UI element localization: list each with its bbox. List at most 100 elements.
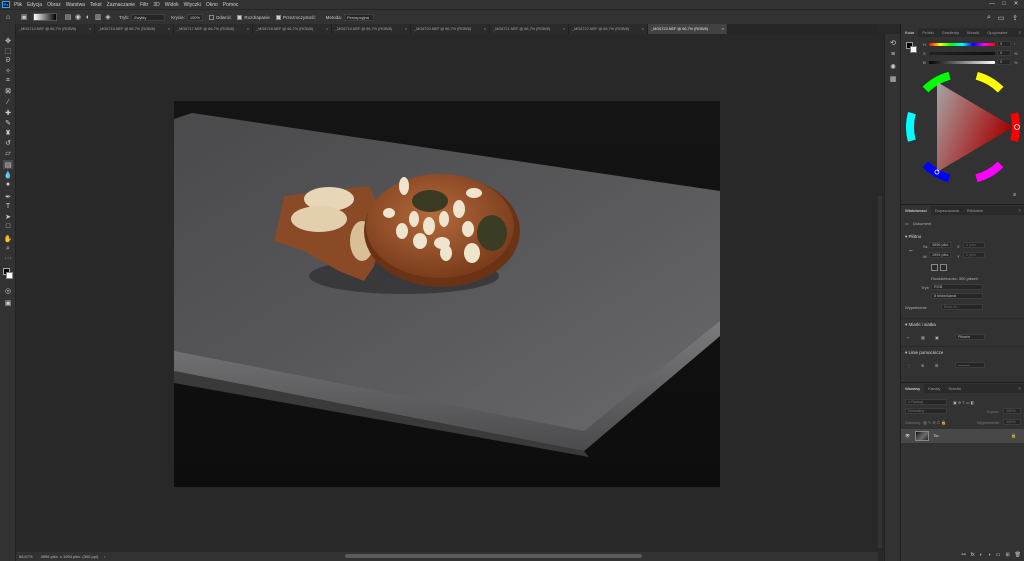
document-tab[interactable]: _MG6716.NEF @ 66,7% (RGB/8) × xyxy=(95,24,174,34)
new-group-icon[interactable]: ▭ xyxy=(996,552,1001,558)
tab-close-icon[interactable]: × xyxy=(168,27,170,31)
slider-h-value[interactable]: 0 xyxy=(997,41,1011,47)
magic-wand-tool-icon[interactable]: ✧ xyxy=(3,66,13,75)
more-tools-icon[interactable]: ··· xyxy=(3,254,13,263)
add-mask-icon[interactable]: ◐ xyxy=(980,552,983,558)
transparency-checkbox[interactable] xyxy=(275,14,281,20)
blend-mode-select[interactable]: Normalny xyxy=(905,408,947,414)
frame-tool-icon[interactable]: ⊠ xyxy=(3,86,13,95)
dither-checkbox[interactable] xyxy=(237,14,243,20)
menu-item[interactable]: Wtyczki xyxy=(184,2,201,8)
photoshop-logo[interactable]: Ps xyxy=(2,1,10,8)
link-layers-icon[interactable]: ⚯ xyxy=(962,552,966,558)
diamond-gradient-icon[interactable]: ◈ xyxy=(103,12,113,22)
x-field[interactable]: 0 pikx. xyxy=(963,242,985,248)
menu-item[interactable]: Plik xyxy=(14,2,22,8)
panel-tab[interactable]: Gradienty xyxy=(938,28,963,37)
layer-fill-field[interactable]: 100% xyxy=(1003,419,1021,425)
document-tab[interactable]: _MG6722.NEF @ 66,7% (RGB/8) × xyxy=(569,24,648,34)
lock-icons[interactable]: ▦ ✎ ✥ ⊡ 🔒 xyxy=(923,420,946,425)
pen-tool-icon[interactable]: ✒ xyxy=(3,192,13,201)
panel-tab[interactable]: Biblioteki xyxy=(963,206,987,215)
ruler-icon[interactable]: ⌐ xyxy=(907,335,909,340)
y-field[interactable]: 0 pikx. xyxy=(963,252,985,258)
hand-tool-icon[interactable]: ✋ xyxy=(3,234,13,243)
properties-panel-icon[interactable]: ≡ xyxy=(888,50,898,59)
share-icon[interactable]: ⇪ xyxy=(1010,13,1020,23)
fx-icon[interactable]: fx xyxy=(971,552,975,558)
layer-opacity-field[interactable]: 100% xyxy=(1003,408,1021,414)
gradient-picker[interactable] xyxy=(33,13,57,21)
menu-item[interactable]: Obraz xyxy=(47,2,61,8)
layer-filter-field[interactable]: ⌕ Rodzaj xyxy=(905,399,947,405)
search-icon[interactable]: ⌕ xyxy=(984,13,994,23)
menu-item[interactable]: Tekst xyxy=(90,2,102,8)
lasso-tool-icon[interactable]: ᘐ xyxy=(3,56,13,65)
zoom-tool-icon[interactable]: ⌕ xyxy=(3,244,13,253)
guide-color-select[interactable]: ——— xyxy=(955,362,985,368)
panel-menu-icon[interactable]: ≡ xyxy=(1015,206,1024,215)
healing-brush-tool-icon[interactable]: ✚ xyxy=(3,108,13,117)
document-tab[interactable]: _MG6717.NEF @ 66,7% (RGB/8) × xyxy=(174,24,253,34)
brightness-slider[interactable] xyxy=(929,61,995,64)
height-field[interactable]: 1994 pikx. xyxy=(929,252,951,258)
opacity-field[interactable]: 100% xyxy=(186,13,203,21)
hue-slider[interactable] xyxy=(929,43,995,46)
panel-tab[interactable]: Próbki xyxy=(918,28,937,37)
reverse-checkbox[interactable] xyxy=(208,14,214,20)
delete-layer-icon[interactable]: 🗑 xyxy=(1015,552,1021,558)
bit-depth-select[interactable]: 8 bitów/kanał xyxy=(931,293,983,299)
menu-item[interactable]: Filtr xyxy=(140,2,148,8)
menu-item[interactable]: Widok xyxy=(165,2,179,8)
quick-mask-icon[interactable]: ◎ xyxy=(3,286,13,295)
minimize-button[interactable]: — xyxy=(986,0,998,9)
panel-tab[interactable]: Wzorki xyxy=(963,28,983,37)
tab-close-icon[interactable]: × xyxy=(405,27,407,31)
clone-stamp-tool-icon[interactable]: ♜ xyxy=(3,128,13,137)
eraser-tool-icon[interactable]: ▱ xyxy=(3,148,13,157)
background-swatch[interactable] xyxy=(910,46,917,53)
landscape-button[interactable] xyxy=(940,264,947,271)
menu-item[interactable]: Okno xyxy=(206,2,218,8)
layer-name[interactable]: Tło xyxy=(933,433,939,438)
reflected-gradient-icon[interactable]: ▥ xyxy=(93,12,103,22)
eyedropper-tool-icon[interactable]: ⁄ xyxy=(3,98,13,107)
tab-close-icon[interactable]: × xyxy=(722,27,724,31)
color-settings-icon[interactable]: ⊞ xyxy=(1013,192,1016,197)
tab-close-icon[interactable]: × xyxy=(326,27,328,31)
dodge-tool-icon[interactable]: ● xyxy=(3,180,13,189)
menu-item[interactable]: Edycja xyxy=(27,2,42,8)
panel-tab[interactable]: Kanały xyxy=(924,384,944,393)
blur-tool-icon[interactable]: 💧 xyxy=(3,170,13,179)
mode-select[interactable]: Zwykły xyxy=(131,13,166,21)
tab-close-icon[interactable]: × xyxy=(484,27,486,31)
panel-menu-icon[interactable]: ≡ xyxy=(1015,384,1024,393)
slider-s-value[interactable]: 0 xyxy=(997,50,1011,56)
marquee-tool-icon[interactable]: ⬚ xyxy=(3,46,13,55)
layer-filter-icons[interactable]: ▣ ⊘ T ▭ ◧ xyxy=(953,400,974,405)
history-brush-tool-icon[interactable]: ↺ xyxy=(3,138,13,147)
menu-item[interactable]: Pomoc xyxy=(223,2,239,8)
libraries-panel-icon[interactable]: ▦ xyxy=(888,74,898,83)
color-wheel[interactable] xyxy=(906,70,1020,184)
tab-close-icon[interactable]: × xyxy=(247,27,249,31)
tool-preset-icon[interactable]: ▣ xyxy=(19,12,29,22)
tab-close-icon[interactable]: × xyxy=(89,27,91,31)
gradient-tool-icon[interactable]: ▤ xyxy=(3,160,13,169)
background-color-swatch[interactable] xyxy=(6,272,13,279)
panel-tab[interactable]: Kolor xyxy=(901,28,919,37)
maximize-button[interactable]: □ xyxy=(998,0,1010,9)
screen-mode-icon[interactable]: ▣ xyxy=(3,298,13,307)
rulers-section-title[interactable]: ▾ Miarki i siatka xyxy=(905,322,936,328)
path-selection-tool-icon[interactable]: ➤ xyxy=(3,212,13,221)
add-guide-icon[interactable]: ⊕ xyxy=(921,363,924,368)
tab-close-icon[interactable]: × xyxy=(642,27,644,31)
zoom-level[interactable]: 66,67% xyxy=(19,554,33,559)
brush-tool-icon[interactable]: ✎ xyxy=(3,118,13,127)
document-tab[interactable]: _MG6721.NEF @ 66,7% (RGB/8) × xyxy=(490,24,569,34)
visibility-eye-icon[interactable]: 👁 xyxy=(905,433,910,438)
panel-menu-icon[interactable]: ≡ xyxy=(1015,28,1024,37)
mode-select[interactable]: RGB xyxy=(931,284,983,290)
fill-select[interactable]: Białe tło xyxy=(941,304,983,310)
history-panel-icon[interactable]: ⟲ xyxy=(888,38,898,47)
